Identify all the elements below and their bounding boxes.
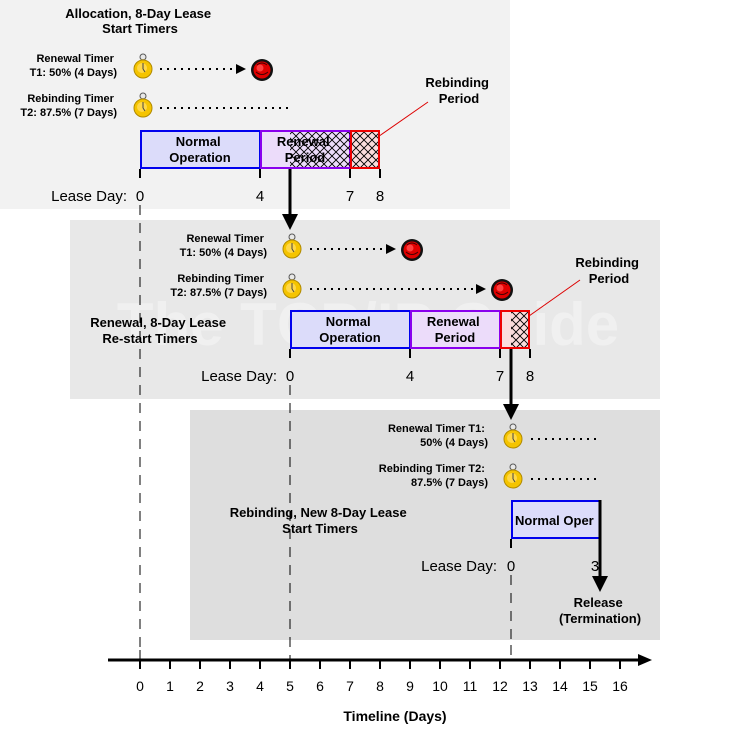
hatch-elapsed xyxy=(352,132,378,167)
segment-label: Normal Operation xyxy=(319,314,380,345)
timeline-tick-label: 4 xyxy=(256,678,264,694)
lease-day-tick-label: 7 xyxy=(346,188,354,205)
lease-day-tick-label: 0 xyxy=(286,368,294,385)
lease-day-tick-label: 7 xyxy=(496,368,504,385)
timeline-tick-label: 2 xyxy=(196,678,204,694)
timeline-tick-label: 8 xyxy=(376,678,384,694)
timeline-tick-label: 3 xyxy=(226,678,234,694)
dhcp-lease-diagram: The TCP/IP Guide Allocation, 8-Day Lease… xyxy=(0,0,660,724)
lease-day-tick-label: 3 xyxy=(591,558,599,575)
timeline-tick-label: 12 xyxy=(492,678,508,694)
timeline-tick-label: 7 xyxy=(346,678,354,694)
timeline-tick-label: 9 xyxy=(406,678,414,694)
lease-day-label: Lease Day: xyxy=(51,188,127,205)
segment-label: Renewal Period xyxy=(427,314,483,345)
lease-day-tick-label: 8 xyxy=(526,368,534,385)
segment-label: Normal Oper xyxy=(515,513,594,528)
lease-day-tick-label: 4 xyxy=(406,368,414,385)
alarm-expired-icon xyxy=(490,278,514,302)
timeline-tick-label: 10 xyxy=(432,678,448,694)
timeline-tick-label: 16 xyxy=(612,678,628,694)
timeline-tick-label: 15 xyxy=(582,678,598,694)
alarm-expired-icon xyxy=(400,238,424,262)
lease-day-label: Lease Day: xyxy=(201,368,277,385)
timeline-tick-label: 1 xyxy=(166,678,174,694)
timeline-arrowhead xyxy=(638,654,652,666)
lease-day-label: Lease Day: xyxy=(421,558,497,575)
lease-day-tick-label: 8 xyxy=(376,188,384,205)
timeline-tick-label: 0 xyxy=(136,678,144,694)
segment-label: Normal Operation xyxy=(169,134,230,165)
timeline-tick-label: 13 xyxy=(522,678,538,694)
timeline-tick-label: 14 xyxy=(552,678,568,694)
timeline-title: Timeline (Days) xyxy=(343,708,446,724)
lease-day-tick-label: 0 xyxy=(507,558,515,575)
lease-day-tick-label: 4 xyxy=(256,188,264,205)
timeline-tick-label: 6 xyxy=(316,678,324,694)
timeline-tick-label: 5 xyxy=(286,678,294,694)
segment-label: Renewal Period xyxy=(277,134,333,165)
lease-day-tick-label: 0 xyxy=(136,188,144,205)
alarm-expired-icon xyxy=(250,58,274,82)
timeline-tick-label: 11 xyxy=(463,678,478,694)
hatch-elapsed xyxy=(511,312,528,347)
